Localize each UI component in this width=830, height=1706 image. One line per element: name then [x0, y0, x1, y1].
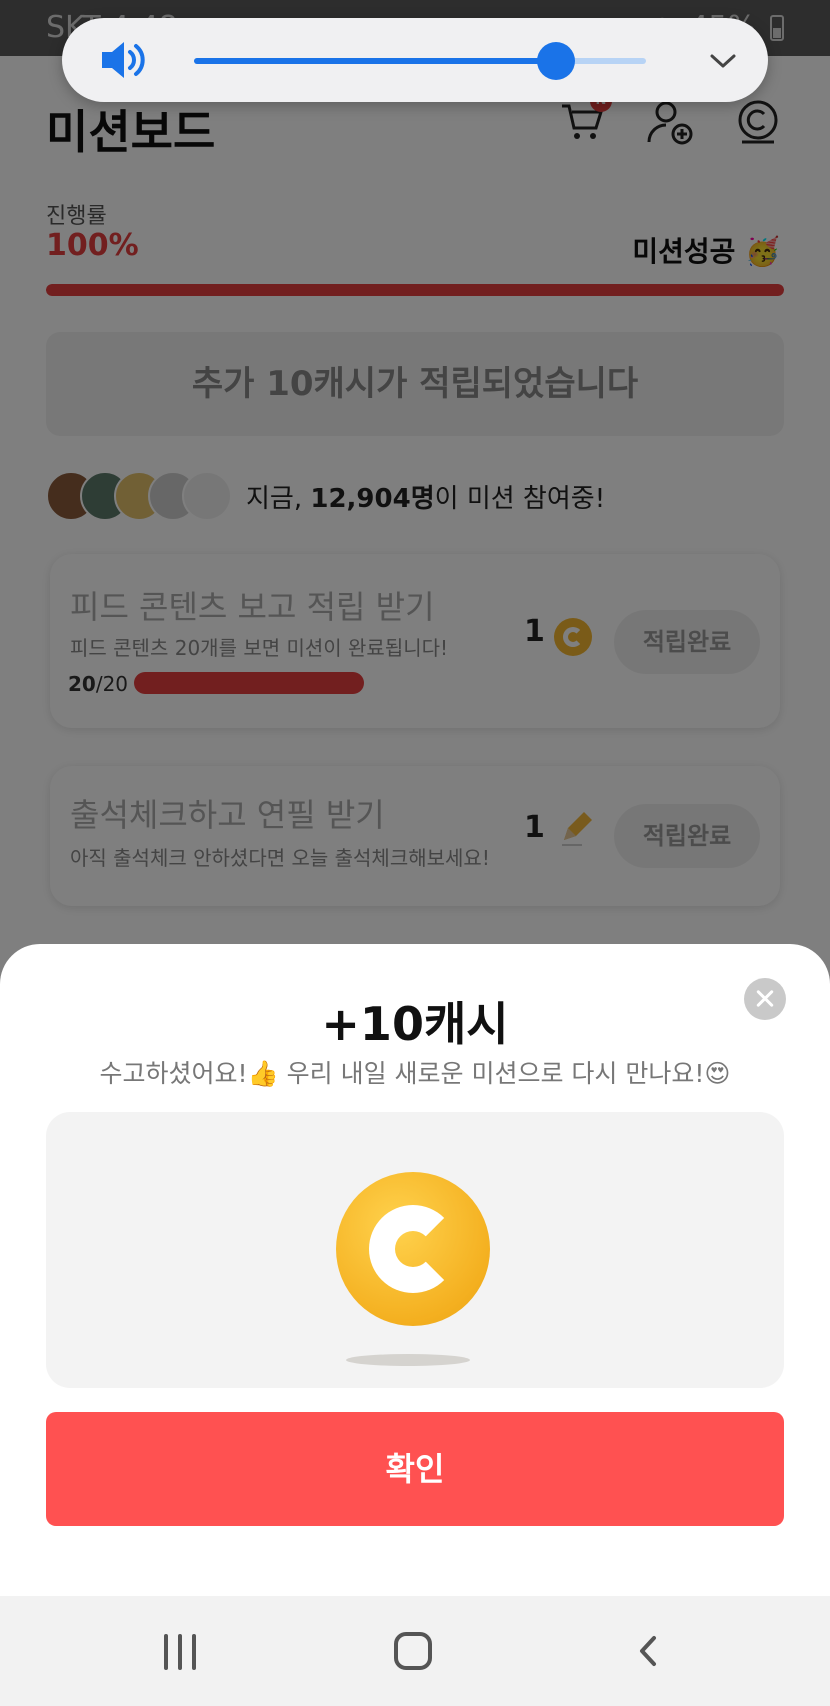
reward-bottom-sheet: +10캐시 수고하셨어요!👍 우리 내일 새로운 미션으로 다시 만나요!😍 확…	[0, 944, 830, 1596]
speaker-icon[interactable]	[98, 38, 150, 82]
volume-panel	[62, 18, 768, 102]
volume-slider-thumb[interactable]	[536, 42, 575, 80]
recent-apps-icon[interactable]	[162, 1634, 198, 1670]
back-icon[interactable]	[632, 1634, 666, 1668]
close-icon[interactable]	[744, 978, 786, 1020]
volume-slider[interactable]	[194, 42, 646, 80]
sheet-title: +10캐시	[321, 997, 509, 1051]
chevron-down-icon[interactable]	[708, 46, 738, 76]
coin-illustration-box	[46, 1112, 784, 1388]
confirm-button[interactable]: 확인	[46, 1412, 784, 1526]
home-icon[interactable]	[394, 1632, 432, 1670]
navigation-bar	[0, 1596, 830, 1706]
coin-shadow	[346, 1354, 470, 1366]
volume-slider-fill	[194, 58, 556, 64]
cash-coin-icon	[336, 1172, 490, 1326]
sheet-subtitle: 수고하셨어요!👍 우리 내일 새로운 미션으로 다시 만나요!😍	[99, 1059, 731, 1088]
